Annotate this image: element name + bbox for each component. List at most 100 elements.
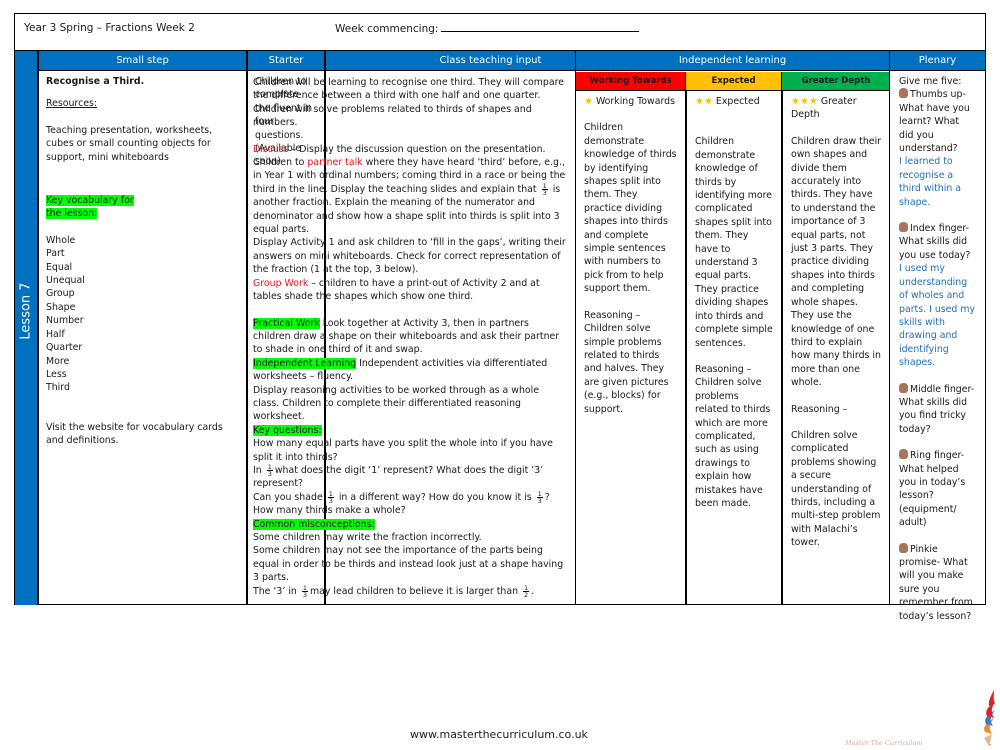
fraction-one-third: 13 <box>327 489 334 505</box>
misconception-3: The ‘3’ in 1 3 may lead children to believ… <box>253 583 535 599</box>
plenary-prompt: Pinkie promise- What will you make sure … <box>899 543 973 622</box>
plenary-answer: I used my understanding of wholes and pa… <box>899 263 976 369</box>
plenary-item: Ring finger- What helped you in today’s … <box>899 449 976 529</box>
discuss-label: Discuss <box>253 143 289 155</box>
vocab-item: Less <box>46 368 67 380</box>
plenary-item: Index finger- What skills did you use to… <box>899 222 976 369</box>
vocab-item: Third <box>46 382 70 394</box>
logo-text: Master The Curriculum <box>845 739 923 747</box>
plenary-intro: Give me five: <box>899 76 962 87</box>
fraction-one-third: 13 <box>266 462 273 478</box>
expected-body: Children demonstrate knowledge of thirds… <box>695 136 773 349</box>
key-question-3: Can you shade 13 in a different way? How… <box>253 489 550 505</box>
title-bar: Year 3 Spring – Fractions Week 2 Week co… <box>15 14 985 51</box>
expected-header: Expected <box>685 72 781 91</box>
plenary-prompt: Index finger- What skills did you use to… <box>899 223 971 261</box>
misconceptions-label: Common misconceptions: <box>253 518 375 530</box>
independent-learning-paragraph: Independent Learning Independent activit… <box>253 357 548 383</box>
key-question-2: In 1 3 what does the digit ‘1’ represent? … <box>253 462 544 490</box>
working-towards-heading: Working Towards <box>595 96 675 107</box>
plenary-item: Pinkie promise- What will you make sure … <box>899 542 976 623</box>
footer-url[interactable]: www.masterthecurriculum.co.uk <box>410 728 588 741</box>
week-commencing-blank[interactable] <box>441 22 640 32</box>
reasoning-text: Display reasoning activities to be worke… <box>253 384 539 423</box>
week-commencing-label: Week commencing: <box>335 23 439 35</box>
working-towards-reasoning: Reasoning – Children solve simple proble… <box>584 309 669 415</box>
misconception-2: Some children may not see the importance… <box>253 545 564 584</box>
vocab-item: Number <box>46 315 84 327</box>
greater-depth-header: Greater Depth <box>781 72 890 91</box>
greater-depth-reasoning-label: Reasoning – <box>791 403 848 415</box>
vocab-label: Key vocabulary for the lesson: <box>46 195 134 220</box>
resources-text: Teaching presentation, worksheets, cubes… <box>46 124 213 163</box>
star-icon: ★ <box>584 96 593 107</box>
lesson-label: Lesson 7 <box>18 282 34 340</box>
hand-icon <box>899 88 908 99</box>
independent-learning-label: Independent Learning <box>253 357 357 369</box>
discuss-paragraph: Discuss – Display the discussion questio… <box>253 143 566 236</box>
independent-learning-header: Independent learning <box>576 51 889 71</box>
greater-depth-reasoning: Children solve complicated problems show… <box>791 429 881 549</box>
key-question-1: How many equal parts have you split the … <box>253 438 553 463</box>
plenary-column: Plenary Give me five: Thumbs up- What ha… <box>889 51 985 622</box>
website-note: Visit the website for vocabulary cards a… <box>46 421 223 447</box>
expected-reasoning: Reasoning – Children solve problems rela… <box>695 363 771 509</box>
hand-icon <box>899 222 908 233</box>
hand-icon <box>899 449 908 460</box>
plenary-list: Thumbs up- What have you learnt? What di… <box>899 88 976 623</box>
fraction-one-third: 13 <box>541 181 548 197</box>
week-commencing: Week commencing: <box>335 22 640 35</box>
fraction-one-half: 12 <box>523 583 530 599</box>
fraction-one-third: 13 <box>536 489 543 505</box>
plenary-item: Thumbs up- What have you learnt? What di… <box>899 88 976 209</box>
teaching-intro: Children will be learning to recognise o… <box>253 77 565 129</box>
activity1-text: Display Activity 1 and ask children to ‘… <box>253 237 566 276</box>
key-question-4: How many thirds make a whole? <box>253 505 406 517</box>
hand-icon <box>899 382 908 393</box>
vocab-item: Part <box>46 248 65 260</box>
working-towards-header: Working Towards <box>576 72 685 91</box>
small-step-column: Small step Recognise a Third. Resources:… <box>37 51 246 605</box>
vocab-item: Equal <box>46 261 73 273</box>
lesson-plan-sheet: Year 3 Spring – Fractions Week 2 Week co… <box>14 13 986 622</box>
key-questions-label: Key questions: <box>253 424 322 436</box>
group-work-paragraph: Group Work – children to have a print-ou… <box>253 277 540 303</box>
independent-learning-column: Independent learning Working Towards Exp… <box>575 51 890 605</box>
vocab-item: Half <box>46 328 65 340</box>
vocab-item: Unequal <box>46 275 85 287</box>
plenary-prompt: Ring finger- What helped you in today’s … <box>899 450 966 529</box>
vocab-item: Group <box>46 288 75 300</box>
vocab-list: Whole Part Equal Unequal Group Shape Number Hal… <box>46 234 239 395</box>
plan-title: Year 3 Spring – Fractions Week 2 <box>24 22 195 34</box>
expected-cell: ★★ Expected Children demonstrate knowled… <box>685 91 781 605</box>
vocab-item: Quarter <box>46 342 83 354</box>
expected-heading: Expected <box>715 96 760 107</box>
working-towards-cell: ★ Working Towards Children demonstrate k… <box>576 91 685 605</box>
hand-icon <box>899 542 908 553</box>
greater-depth-body: Children draw their own shapes and divid… <box>791 135 882 389</box>
misconception-1: Some children may write the fraction inc… <box>253 532 482 543</box>
teaching-body: Children will be learning to recognise o… <box>246 72 575 602</box>
group-work-label: Group Work <box>253 277 309 289</box>
greater-depth-cell: ★★★ Greater Depth Children draw their ow… <box>781 91 890 605</box>
partner-talk-label: partner talk <box>307 157 363 169</box>
lesson-strip: Lesson 7 <box>15 51 37 605</box>
plenary-prompt: Thumbs up- What have you learnt? What di… <box>899 89 970 155</box>
small-step-header: Small step <box>39 51 246 71</box>
fraction-one-third: 13 <box>301 583 308 599</box>
small-step-title: Recognise a Third. <box>46 76 145 87</box>
vocab-item: More <box>46 355 70 367</box>
plenary-prompt: Middle finger- What skills did you find … <box>899 383 975 435</box>
star-icon: ★★★ <box>791 96 818 107</box>
pencil-logo-icon <box>984 690 996 746</box>
resources-label: Resources: <box>46 98 98 110</box>
plenary-item: Middle finger- What skills did you find … <box>899 382 976 437</box>
vocab-item: Whole <box>46 234 76 246</box>
starter-header: Starter <box>248 51 324 71</box>
star-icon: ★★ <box>695 96 713 107</box>
practical-work-label: Practical Work <box>253 317 320 329</box>
working-towards-body: Children demonstrate knowledge of thirds… <box>584 122 677 295</box>
plenary-answer: I learned to recognise a third within a … <box>899 156 962 208</box>
plenary-header: Plenary <box>890 51 985 71</box>
vocab-item: Shape <box>46 301 76 313</box>
